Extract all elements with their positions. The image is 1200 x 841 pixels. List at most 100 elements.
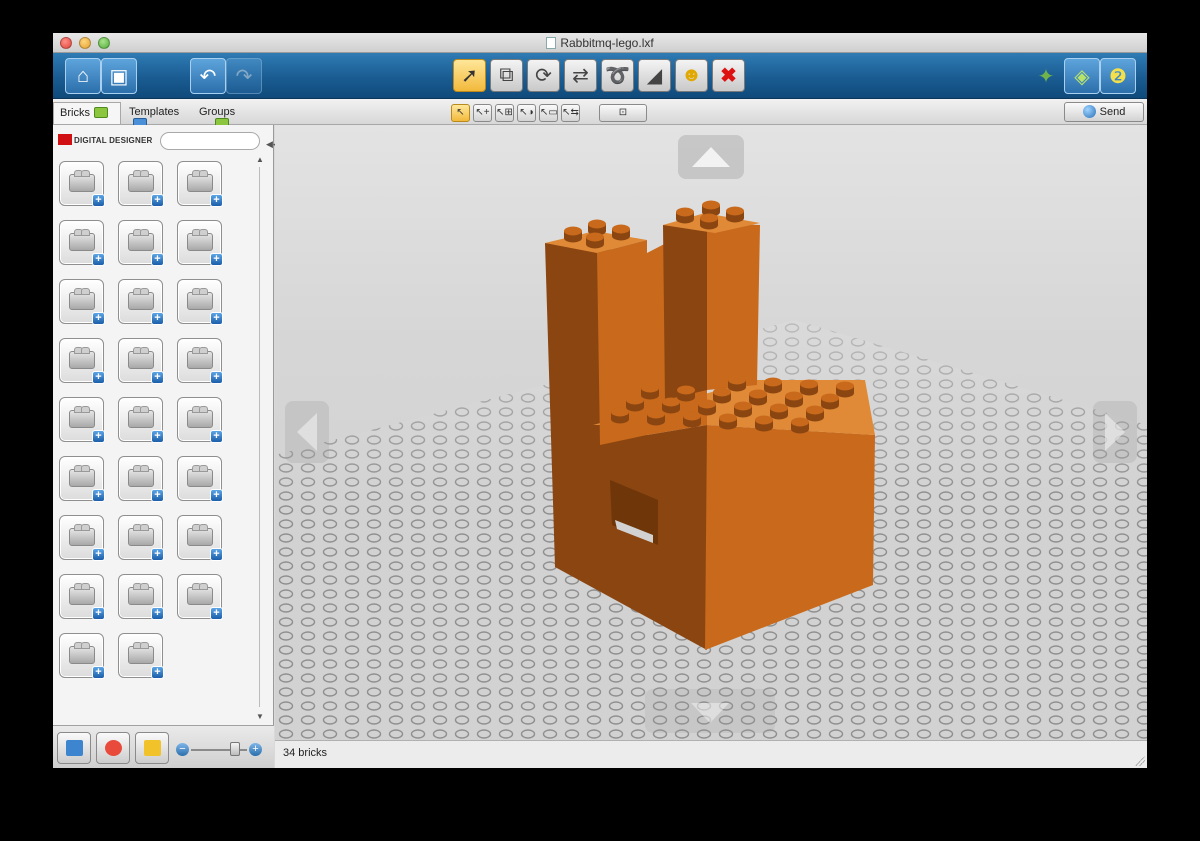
door-piece-tile[interactable]: +	[59, 397, 105, 443]
cog-gear-tile[interactable]: +	[59, 574, 105, 620]
tab-templates[interactable]: Templates	[123, 102, 193, 129]
pan-up-button[interactable]	[678, 135, 744, 179]
transparent-tube-tile[interactable]: +	[118, 574, 164, 620]
tile-decorated-tile[interactable]: +	[177, 574, 223, 620]
tab-groups-label: Groups	[199, 106, 236, 118]
zoom-out-icon[interactable]: −	[176, 743, 189, 756]
color-select-button[interactable]: ↖◑	[517, 104, 536, 122]
stud-top	[785, 391, 803, 401]
tab-bricks[interactable]: Bricks	[53, 102, 121, 124]
cylinder-barrel-tile[interactable]: +	[177, 456, 223, 502]
resize-grip-icon[interactable]	[1135, 756, 1145, 766]
brick-with-knob-tile[interactable]: +	[177, 161, 223, 207]
pan-left-button[interactable]	[285, 401, 329, 463]
add-plus-icon: +	[210, 607, 223, 620]
hinge-align-tool-button[interactable]: ⇄	[564, 59, 597, 92]
multi-select-button[interactable]: ↖+	[473, 104, 492, 122]
technic-beam-tile[interactable]: +	[59, 515, 105, 561]
gear-wheel-tile[interactable]: +	[118, 397, 164, 443]
technic-liftarm-tile[interactable]: +	[118, 515, 164, 561]
search-input[interactable]	[160, 132, 260, 150]
sub-toolbar: Bricks Templates Groups ↖ ↖+ ↖⊞ ↖◑ ↖▭ ↖⇆…	[53, 99, 1147, 129]
technic-axle-tile[interactable]: +	[177, 515, 223, 561]
hide-bricks-button[interactable]: ⊡	[599, 104, 647, 122]
pan-right-button[interactable]	[1093, 401, 1137, 463]
palette-scrollbar[interactable]: ▲ ▼	[255, 155, 265, 721]
build-mode-button[interactable]: ✦	[1028, 58, 1064, 94]
ramp-piece-tile[interactable]: +	[118, 633, 164, 679]
add-brick-button[interactable]	[57, 732, 91, 764]
scroll-track[interactable]	[259, 167, 260, 707]
send-button[interactable]: Send	[1064, 102, 1144, 122]
hinge-icon: ⟳	[535, 65, 552, 87]
stud-top	[800, 379, 818, 389]
stud-top	[700, 213, 718, 223]
minifigure-tile[interactable]: +	[59, 456, 105, 502]
invert-select-button[interactable]: ↖⇆	[561, 104, 580, 122]
save-button[interactable]: ▣	[101, 58, 137, 94]
wedge-brick-tile[interactable]: +	[177, 220, 223, 266]
stud-top	[734, 401, 752, 411]
cog-gear-icon	[69, 583, 95, 605]
build-book-button[interactable]	[135, 732, 169, 764]
slope-brick-tile[interactable]: +	[118, 220, 164, 266]
bracket-plate-tile[interactable]: +	[177, 338, 223, 384]
plate-with-clip-icon	[69, 347, 95, 369]
technic-axle-icon	[187, 524, 213, 546]
tire-piece-tile[interactable]: +	[118, 456, 164, 502]
panel-corner-tile[interactable]: +	[118, 338, 164, 384]
scene-canvas[interactable]	[275, 125, 1147, 740]
scroll-up-arrow-icon[interactable]: ▲	[256, 155, 264, 164]
cursor-icon: ➚	[461, 65, 478, 87]
brick-2x2-tile[interactable]: +	[59, 161, 105, 207]
home-button[interactable]: ⌂	[65, 58, 101, 94]
arch-brick-tile[interactable]: +	[59, 279, 105, 325]
add-plus-icon: +	[92, 253, 105, 266]
clone-tool-button[interactable]: ⧉	[490, 59, 523, 92]
decoration-tool-button[interactable]: ☻	[675, 59, 708, 92]
clone-icon: ⧉	[499, 64, 514, 86]
stud-top	[586, 232, 604, 242]
single-select-button[interactable]: ↖	[451, 104, 470, 122]
select-tool-button[interactable]: ➚	[453, 59, 486, 92]
stud-top	[791, 417, 809, 427]
redo-button[interactable]: ↷	[226, 58, 262, 94]
delete-tool-button[interactable]: ✖	[712, 59, 745, 92]
status-bar: 34 bricks	[275, 740, 1147, 768]
zoom-in-icon[interactable]: +	[249, 743, 262, 756]
palette-bottom-bar: − +	[53, 725, 274, 768]
hinge-tool-button[interactable]: ⟳	[527, 59, 560, 92]
brick-round-1x1-tile[interactable]: +	[118, 161, 164, 207]
view-mode-button[interactable]: ◈	[1064, 58, 1100, 94]
arch-brick-icon	[69, 288, 95, 310]
connected-select-button[interactable]: ↖⊞	[495, 104, 514, 122]
arrow-left-icon	[297, 413, 317, 451]
shape-select-icon: ↖▭	[540, 107, 558, 118]
flex-icon: ➰	[605, 65, 630, 87]
color-palette-button[interactable]	[96, 732, 130, 764]
scroll-down-arrow-icon[interactable]: ▼	[256, 712, 264, 721]
add-plus-icon: +	[151, 607, 164, 620]
robot-arm-piece-tile[interactable]: +	[59, 633, 105, 679]
zoom-slider-thumb[interactable]	[230, 742, 241, 756]
plate-with-clip-tile[interactable]: +	[59, 338, 105, 384]
brick-technic-1x4-tile[interactable]: +	[59, 220, 105, 266]
brick-2x2-icon	[69, 170, 95, 192]
add-plus-icon: +	[92, 194, 105, 207]
shape-select-button[interactable]: ↖▭	[539, 104, 558, 122]
wedge-plate-tile[interactable]: +	[177, 279, 223, 325]
pan-down-button[interactable]	[645, 689, 775, 733]
tab-groups[interactable]: Groups	[193, 102, 265, 129]
3d-viewport[interactable]	[275, 125, 1147, 740]
color-select-icon: ↖◑	[519, 107, 534, 118]
stud-top	[836, 381, 854, 391]
antenna-piece-tile[interactable]: +	[177, 397, 223, 443]
plate-2x2-tile[interactable]: +	[118, 279, 164, 325]
lego-model[interactable]	[545, 200, 875, 651]
model-rear-pillar-shadow[interactable]	[663, 225, 707, 400]
flex-tool-button[interactable]: ➰	[601, 59, 634, 92]
paint-tool-button[interactable]: ◢	[638, 59, 671, 92]
window-title: Rabbitmq-lego.lxf	[53, 36, 1147, 50]
instructions-mode-button[interactable]: ❷	[1100, 58, 1136, 94]
undo-button[interactable]: ↶	[190, 58, 226, 94]
